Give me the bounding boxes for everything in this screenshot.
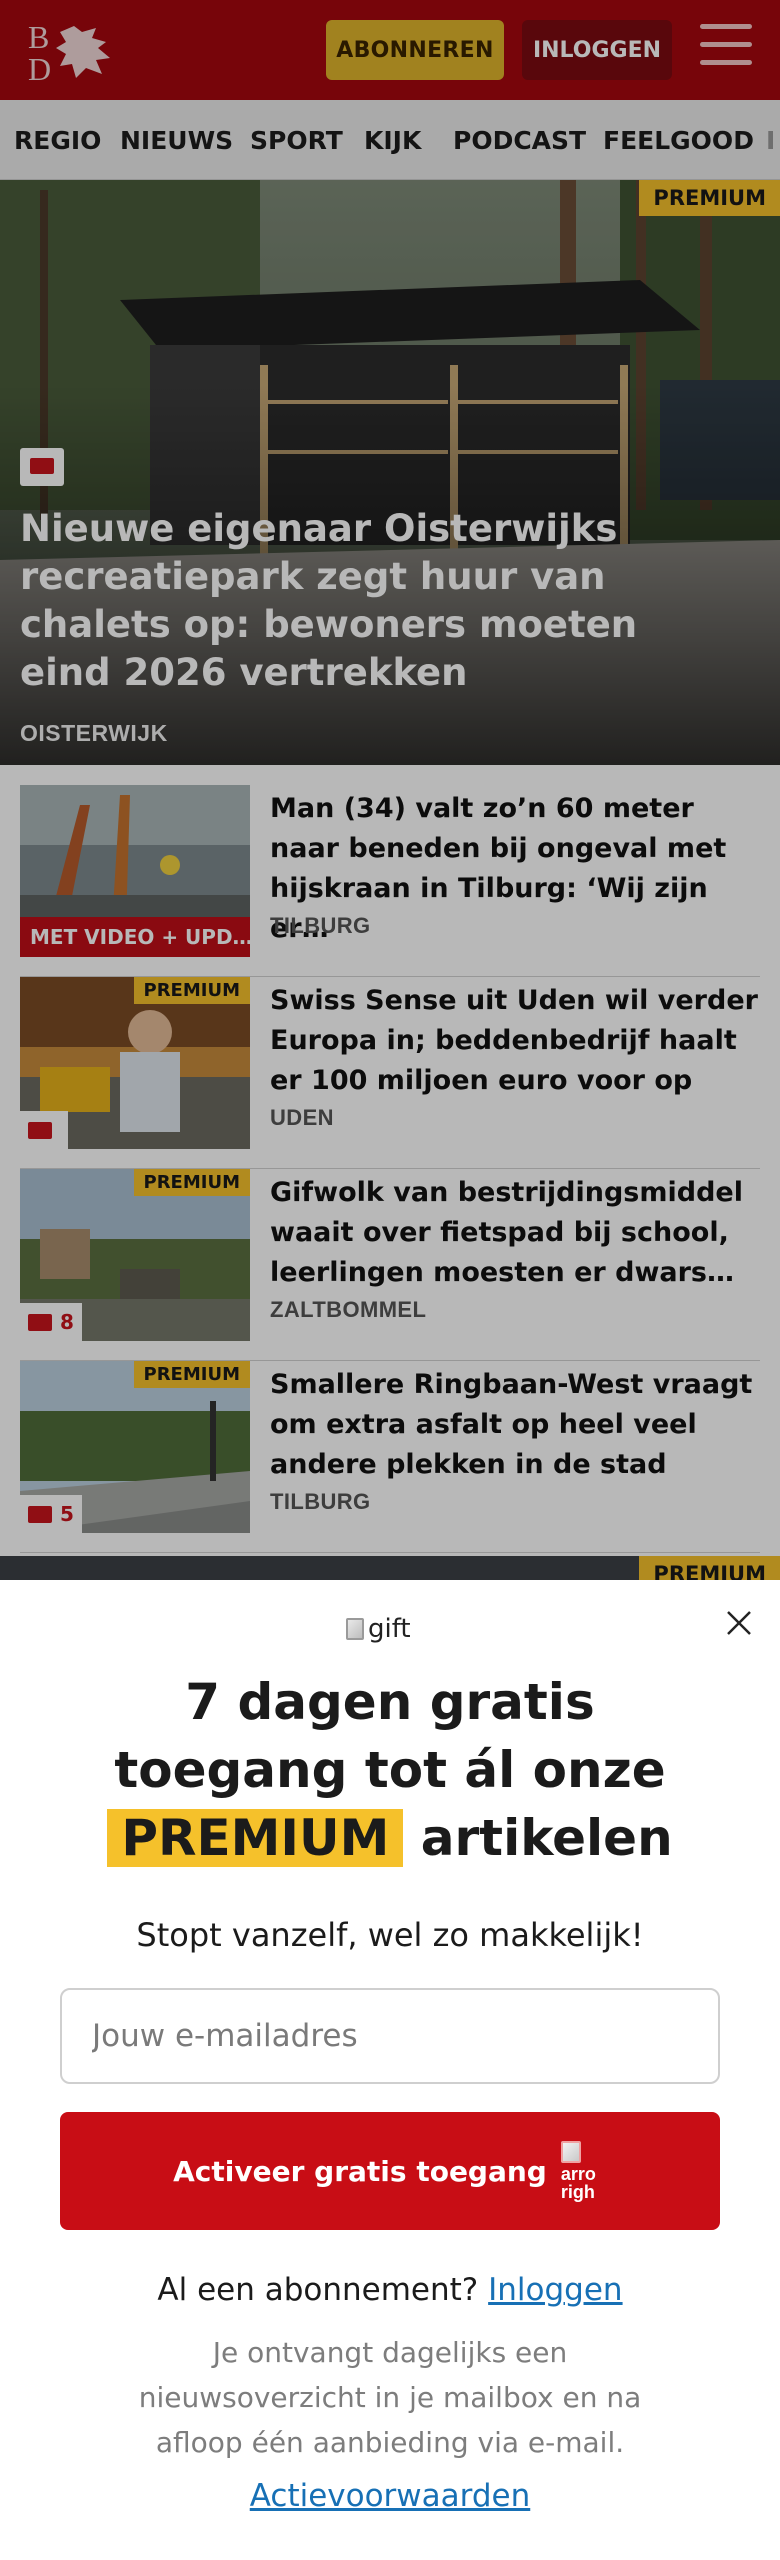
modal-title-line3: PREMIUM artikelen xyxy=(0,1804,780,1872)
login-link[interactable]: Inloggen xyxy=(488,2272,622,2308)
modal-title-line1: 7 dagen gratis xyxy=(185,1673,595,1731)
modal-backdrop[interactable] xyxy=(0,0,780,1580)
premium-highlight: PREMIUM xyxy=(107,1809,404,1867)
existing-subscription-text: Al een abonnement? xyxy=(157,2272,479,2308)
terms-link[interactable]: Actievoorwaarden xyxy=(0,2478,780,2514)
broken-image-icon xyxy=(346,1618,364,1640)
existing-subscription-line: Al een abonnement? Inloggen xyxy=(0,2272,780,2308)
arrow-alt-text-1: arro xyxy=(560,2164,596,2184)
activate-trial-button[interactable]: Activeer gratis toegang arro righ xyxy=(60,2112,720,2230)
premium-trial-modal: gift 7 dagen gratis toegang tot ál onze … xyxy=(0,1580,780,2560)
modal-title-line3-rest: artikelen xyxy=(420,1809,673,1867)
gift-icon: gift xyxy=(346,1614,411,1644)
email-field[interactable] xyxy=(60,1988,720,2084)
arrow-alt-text-2: righ xyxy=(560,2182,595,2202)
modal-title: 7 dagen gratis toegang tot ál onze PREMI… xyxy=(0,1668,780,1872)
close-icon[interactable] xyxy=(722,1606,756,1640)
arrow-right-icon: arro righ xyxy=(560,2141,607,2202)
activate-trial-label: Activeer gratis toegang xyxy=(173,2154,547,2188)
modal-subtitle: Stopt vanzelf, wel zo makkelijk! xyxy=(136,1916,644,1954)
info-text: Je ontvangt dagelijks een nieuwsoverzich… xyxy=(138,2336,642,2459)
modal-title-line2: toegang tot ál onze xyxy=(114,1741,666,1799)
gift-alt-text: gift xyxy=(368,1614,411,1644)
